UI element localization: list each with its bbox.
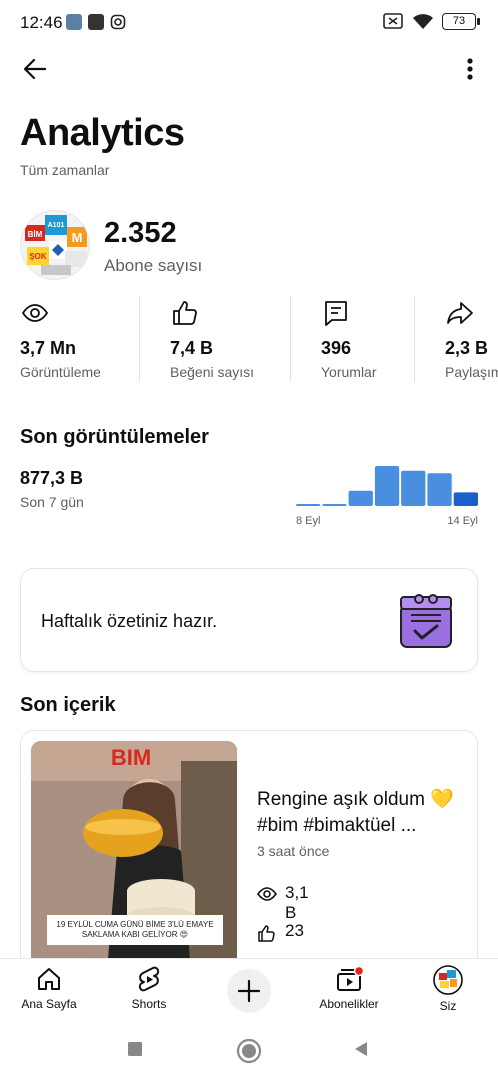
avatar-bim-text: BİM — [28, 230, 43, 239]
content-title: Rengine aşık oldum 💛#bim #bimaktüel ... — [257, 789, 454, 836]
top-app-bar — [0, 48, 498, 88]
recent-apps-icon[interactable] — [126, 1040, 144, 1058]
subscriber-count: 2.352 — [104, 217, 177, 249]
home-icon — [38, 968, 60, 990]
recent-content-card[interactable]: BIM 19 EYLÜL CUMA GÜNÜ BİME 3'LÜ EMAYE S… — [20, 730, 478, 970]
chart-start-label: 8 Eyl — [296, 515, 320, 527]
nav-subscriptions-label: Abonelikler — [319, 997, 379, 1011]
weekly-summary-card[interactable]: Haftalık özetiniz hazır. — [20, 568, 478, 672]
battery-level: 73 — [452, 15, 466, 27]
recent-views-title: Son görüntülemeler — [20, 426, 209, 448]
subscriber-label: Abone sayısı — [104, 256, 203, 275]
thumbnail-caption: 19 EYLÜL CUMA GÜNÜ BİME 3'LÜ EMAYE SAKLA… — [47, 915, 223, 945]
stats-row: 3,7 Mn Görüntüleme 7,4 B Beğeni sayısı 3… — [0, 296, 498, 386]
nav-subscriptions[interactable]: Abonelikler — [304, 965, 394, 1021]
bottom-navigation: Ana Sayfa Shorts Abonelikler Siz — [0, 958, 498, 1022]
recent-views-value: 877,3 B — [20, 468, 84, 488]
subscriptions-icon — [337, 965, 363, 991]
stat-comments-label: Yorumlar — [321, 364, 377, 380]
chart-end-label: 14 Eyl — [447, 515, 478, 527]
stat-likes-label: Beğeni sayısı — [170, 364, 255, 380]
thumbs-up-icon — [258, 925, 275, 942]
stat-divider — [414, 296, 415, 382]
app-notification-icon — [88, 14, 104, 30]
comment-icon — [325, 301, 347, 326]
back-arrow-icon[interactable] — [20, 54, 50, 84]
sim-disabled-icon — [383, 13, 403, 29]
thumbs-up-icon — [173, 301, 197, 325]
page-subtitle: Tüm zamanlar — [20, 162, 110, 178]
channel-avatar-logo: BİM A101 M ŞOK — [25, 215, 87, 275]
instagram-icon — [110, 14, 126, 30]
chart-bar — [348, 490, 373, 506]
create-button[interactable] — [227, 969, 271, 1013]
plus-icon — [237, 979, 261, 1003]
stat-views-label: Görüntüleme — [20, 364, 101, 380]
system-navigation-bar — [0, 1022, 498, 1080]
avatar-a101-text: A101 — [48, 222, 65, 229]
stat-divider — [139, 296, 140, 382]
eye-icon — [21, 304, 49, 322]
chart-bar — [296, 504, 321, 506]
battery-indicator: 73 — [442, 12, 480, 30]
recent-views-period: Son 7 gün — [20, 494, 84, 510]
recent-views-chart[interactable]: 8 Eyl 14 Eyl — [296, 460, 478, 530]
gallery-notification-icon — [66, 14, 82, 30]
content-time: 3 saat önce — [257, 843, 330, 859]
stat-likes-value: 7,4 B — [170, 338, 214, 358]
stat-views-value: 3,7 Mn — [20, 338, 77, 358]
eye-icon — [257, 887, 277, 901]
chart-bar — [401, 470, 426, 506]
nav-shorts-label: Shorts — [131, 997, 167, 1011]
notification-dot — [353, 965, 363, 977]
wifi-icon — [413, 14, 433, 29]
stat-shares-label: Paylaşım — [445, 364, 498, 380]
chart-bar — [427, 473, 452, 506]
status-right: 73 — [382, 12, 480, 30]
avatar-m-text: M — [72, 230, 83, 245]
chart-bar — [453, 492, 478, 506]
channel-avatar[interactable]: BİM A101 M ŞOK — [20, 210, 90, 280]
shorts-icon — [138, 966, 160, 992]
stat-shares-value: 2,3 B — [445, 338, 489, 358]
recent-content-title: Son içerik — [20, 694, 116, 716]
profile-avatar-icon — [433, 965, 463, 995]
back-triangle-icon[interactable] — [352, 1040, 370, 1058]
weekly-summary-text: Haftalık özetiniz hazır. — [41, 611, 218, 631]
nav-home-label: Ana Sayfa — [21, 997, 77, 1011]
nav-home[interactable]: Ana Sayfa — [4, 965, 94, 1021]
clapperboard-check-icon — [400, 594, 452, 648]
more-options-icon[interactable] — [460, 54, 480, 84]
status-bar: 12:46 73 — [0, 0, 498, 44]
video-thumbnail[interactable]: BIM 19 EYLÜL CUMA GÜNÜ BİME 3'LÜ EMAYE S… — [31, 741, 237, 969]
status-time: 12:46 — [20, 13, 63, 32]
content-likes-value: 23 — [285, 921, 304, 940]
nav-shorts[interactable]: Shorts — [104, 965, 194, 1021]
page-title: Analytics — [20, 112, 185, 154]
avatar-sok-text: ŞOK — [29, 252, 47, 261]
thumbnail-brand-text: BIM — [111, 745, 151, 770]
home-circle-icon[interactable] — [236, 1038, 262, 1064]
chart-bar — [374, 466, 400, 506]
nav-profile-label: Siz — [439, 999, 457, 1013]
stat-comments-value: 396 — [321, 338, 352, 358]
content-views-value: 3,1 B — [285, 883, 309, 922]
share-icon — [447, 302, 473, 324]
stat-divider — [290, 296, 291, 382]
nav-profile[interactable]: Siz — [403, 965, 493, 1021]
chart-bar — [322, 504, 347, 506]
